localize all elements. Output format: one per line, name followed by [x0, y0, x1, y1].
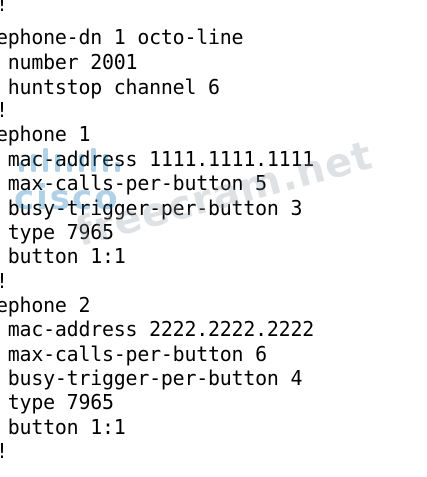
config-line: ephone 1 — [0, 122, 91, 146]
config-line: button 1:1 — [0, 415, 126, 439]
config-line: ! — [0, 0, 8, 16]
config-line: busy-trigger-per-button 3 — [0, 196, 303, 220]
config-line: mac-address 2222.2222.2222 — [0, 317, 315, 341]
config-line: ! — [0, 269, 8, 293]
config-line: busy-trigger-per-button 4 — [0, 366, 303, 390]
config-line: mac-address 1111.1111.1111 — [0, 147, 315, 171]
config-line: ephone-dn 1 octo-line — [0, 25, 244, 49]
config-line: huntstop channel 6 — [0, 75, 220, 99]
config-line: type 7965 — [0, 220, 114, 244]
config-line: max-calls-per-button 6 — [0, 342, 267, 366]
config-line: type 7965 — [0, 390, 114, 414]
config-line: ephone 2 — [0, 293, 91, 317]
config-line: button 1:1 — [0, 244, 126, 268]
config-line: number 2001 — [0, 50, 138, 74]
config-line: ! — [0, 439, 8, 463]
config-line: max-calls-per-button 5 — [0, 171, 267, 195]
config-line: ! — [0, 98, 8, 122]
config-text-view: ! ephone-dn 1 octo-line number 2001 hunt… — [0, 0, 427, 477]
